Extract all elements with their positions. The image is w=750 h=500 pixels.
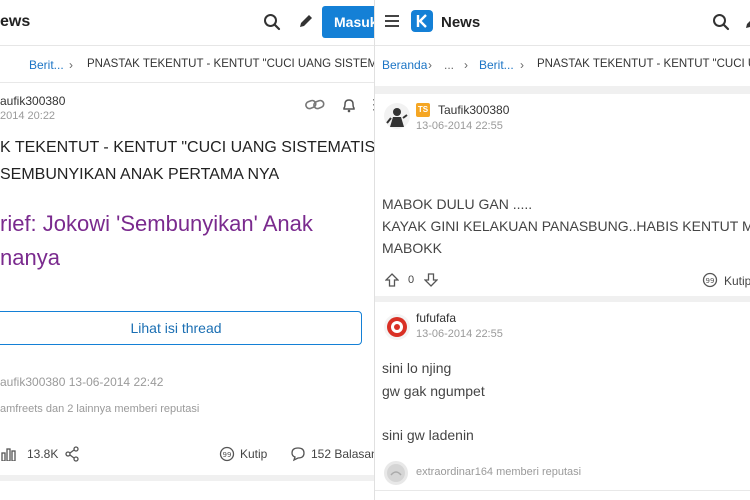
bar-chart-icon xyxy=(1,447,17,466)
post-line: MABOK DULU GAN ..... xyxy=(382,196,533,212)
reputation-text: amfreets dan 2 lainnya memberi reputasi xyxy=(0,403,200,415)
svg-text:99: 99 xyxy=(223,451,232,459)
post-line: sini lo njing xyxy=(382,360,452,376)
top-bar: ews Masuk xyxy=(0,0,374,46)
reputation-avatar[interactable] xyxy=(384,461,408,485)
login-button[interactable]: Masuk xyxy=(322,6,374,38)
pencil-icon[interactable] xyxy=(297,12,315,35)
share-icon[interactable] xyxy=(65,446,79,467)
quote-icon[interactable]: 99 xyxy=(219,446,235,467)
kaskus-logo-icon[interactable] xyxy=(411,10,433,37)
more-icon[interactable]: ⋮ xyxy=(367,96,374,113)
breadcrumb-home[interactable]: Beranda xyxy=(382,58,427,72)
divider xyxy=(375,86,750,94)
post-line: sini gw ladenin xyxy=(382,427,474,443)
breadcrumb-item[interactable]: Berit... xyxy=(479,58,514,72)
post-line: gw gak ngumpet xyxy=(382,382,485,399)
thread-title: K TEKENTUT - KENTUT "CUCI UANG SISTEMATI… xyxy=(0,134,374,188)
post-time: 2014 20:22 xyxy=(0,110,56,122)
post-username[interactable]: fufufafa xyxy=(416,311,456,325)
chevron-right-icon: › xyxy=(520,58,524,72)
downvote-icon[interactable] xyxy=(423,273,439,292)
upvote-icon[interactable] xyxy=(384,273,400,292)
search-icon[interactable] xyxy=(263,13,281,36)
view-thread-button[interactable]: Lihat isi thread xyxy=(0,311,362,345)
chevron-right-icon: › xyxy=(69,58,73,72)
avatar[interactable] xyxy=(384,103,410,129)
views-count: 13.8K xyxy=(27,447,59,461)
link-icon[interactable] xyxy=(305,98,325,117)
breadcrumb-current: PNASTAK TEKENTUT - KENTUT "CUCI UANG SIS… xyxy=(87,58,374,70)
svg-text:99: 99 xyxy=(706,277,715,285)
quote-icon[interactable]: 99 xyxy=(702,272,718,293)
thread-title-line: K TEKENTUT - KENTUT "CUCI UANG SISTEMATI… xyxy=(0,139,374,156)
vote-count: 0 xyxy=(408,274,415,286)
thread-headline[interactable]: rief: Jokowi 'Sembunyikan' Anak nanya xyxy=(0,207,313,275)
chevron-right-icon: › xyxy=(428,58,432,72)
author-name[interactable]: aufik300380 xyxy=(0,94,65,108)
bell-icon[interactable] xyxy=(341,97,357,118)
search-icon[interactable] xyxy=(712,13,730,36)
quote-label[interactable]: Kutip xyxy=(240,447,267,461)
reputation-text: extraordinar164 memberi reputasi xyxy=(416,466,582,478)
post-line xyxy=(382,402,485,424)
comment-icon[interactable] xyxy=(290,446,306,467)
post-time: 13-06-2014 22:55 xyxy=(416,328,503,340)
post-body: sini lo njing gw gak ngumpet sini gw lad… xyxy=(382,357,485,447)
thread-title-line: SEMBUNYIKAN ANAK PERTAMA NYA xyxy=(0,166,280,183)
quote-label[interactable]: Kutip xyxy=(724,274,750,288)
post-time: 13-06-2014 22:55 xyxy=(416,120,503,132)
breadcrumb-collapsed[interactable]: ... xyxy=(444,58,454,72)
app-title: ews xyxy=(0,13,31,30)
divider xyxy=(0,475,374,481)
top-bar: News xyxy=(375,0,750,46)
hamburger-menu-icon[interactable] xyxy=(384,14,400,33)
divider xyxy=(375,296,750,302)
breadcrumb-current: PNASTAK TEKENTUT - KENTUT "CUCI UANG xyxy=(537,58,750,70)
headline-line: rief: Jokowi 'Sembunyikan' Anak xyxy=(0,211,313,236)
edit-meta: aufik300380 13-06-2014 22:42 xyxy=(0,375,164,389)
right-screenshot-panel: News Beranda › ... › Berit... › PNASTAK … xyxy=(374,0,750,500)
ts-badge: TS xyxy=(416,103,430,117)
breadcrumb-item[interactable]: Berit... xyxy=(29,58,64,72)
chevron-right-icon: › xyxy=(464,58,468,72)
replies-count[interactable]: 152 Balasan xyxy=(311,447,374,461)
post-line: KAYAK GINI KELAKUAN PANASBUNG..HABIS KEN… xyxy=(382,218,750,234)
pencil-icon[interactable] xyxy=(743,13,750,36)
post-line: MABOKK xyxy=(382,240,442,256)
app-title: News xyxy=(441,14,481,31)
post-username[interactable]: Taufik300380 xyxy=(438,103,509,117)
left-screenshot-panel: ews Masuk › Berit... › PNASTAK TEKENTUT … xyxy=(0,0,374,500)
headline-line: nanya xyxy=(0,245,60,270)
divider xyxy=(375,490,750,491)
divider xyxy=(0,82,374,83)
post-body: MABOK DULU GAN ..... KAYAK GINI KELAKUAN… xyxy=(382,193,750,259)
avatar[interactable] xyxy=(384,314,410,340)
